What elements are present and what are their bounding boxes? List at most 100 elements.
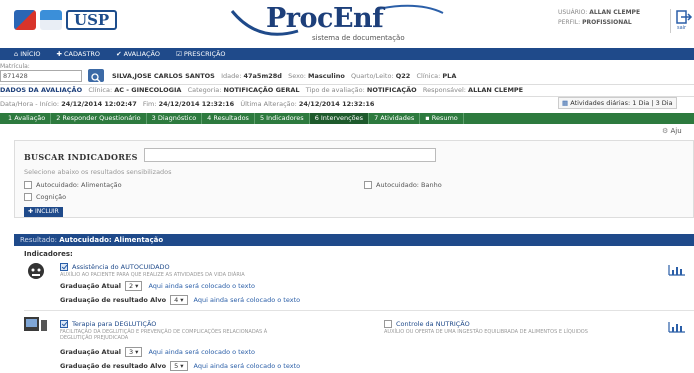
patient-name: SILVA,JOSE CARLOS SANTOS [112, 72, 215, 80]
workflow-tabs: 1 Avaliação 2 Responder Questionário 3 D… [0, 113, 694, 124]
profile-label: PERFIL: [558, 19, 581, 26]
indicator-title-text: Controle da NUTRIÇÃO [396, 320, 470, 328]
self-care-icon [28, 263, 44, 279]
graduacao-alvo-link[interactable]: Aqui ainda será colocado o texto [194, 362, 301, 370]
user-name: ALLAN CLEMPE [589, 9, 641, 16]
patient-summary: SILVA,JOSE CARLOS SANTOS Idade: 47a5m28d… [112, 72, 456, 80]
fim-value: 24/12/2014 12:32:16 [158, 100, 235, 108]
app-title: ProcEnf [266, 3, 384, 34]
option-autocuidado-banho[interactable]: Autocuidado: Banho [364, 181, 442, 189]
nav-item-prescricao[interactable]: ☑ PRESCRIÇÃO [176, 50, 226, 58]
divider [0, 84, 694, 85]
tab-indicadores[interactable]: 5 Indicadores [255, 113, 310, 124]
responsavel-label: Responsável: [422, 86, 466, 94]
tab-avaliacao[interactable]: 1 Avaliação [3, 113, 52, 124]
graduacao-alvo-select[interactable]: 4 ▾ [170, 295, 188, 305]
search-indicators-input[interactable] [144, 148, 436, 162]
graduacao-alvo-link[interactable]: Aqui ainda será colocado o texto [194, 296, 301, 304]
swallow-therapy-icon [24, 317, 47, 331]
search-patient-button[interactable] [88, 69, 104, 83]
tab-atividades[interactable]: 7 Atividades [369, 113, 421, 124]
graduacao-atual-select[interactable]: 3 ▾ [124, 347, 143, 357]
main-nav: ⌂ INÍCIO ✚ CADASTRO ✔ AVALIAÇÃO ☑ PRESCR… [0, 48, 694, 60]
categoria-label: Categoria: [187, 86, 222, 94]
extra-indicator-title[interactable]: Controle da NUTRIÇÃO [384, 320, 470, 328]
nav-item-avaliacao[interactable]: ✔ AVALIAÇÃO [116, 50, 160, 58]
option-autocuidado-alimentacao[interactable]: Autocuidado: Alimentação [24, 181, 122, 189]
option-label: Autocuidado: Banho [376, 181, 442, 189]
result-prefix: Resultado: [20, 236, 58, 244]
indicator-title[interactable]: Terapia para DEGLUTIÇÃO [60, 320, 156, 328]
tab-intervencoes[interactable]: 6 Intervenções [309, 113, 370, 124]
extra-indicator-description: AUXÍLIO OU OFERTA DE UMA INGESTÃO EQUILI… [384, 329, 588, 335]
graduacao-alvo-select[interactable]: 5 ▾ [170, 361, 188, 371]
quarto-label: Quarto/Leito: [351, 72, 394, 80]
graduacao-atual-label: Graduação Atual [60, 348, 121, 356]
categoria-value: NOTIFICAÇÃO GERAL [223, 86, 300, 94]
select-value: 2 [128, 282, 134, 290]
checkbox[interactable] [364, 181, 372, 189]
university-crest-icon [14, 10, 36, 30]
search-icon [91, 73, 101, 83]
indicator-checkbox[interactable] [384, 320, 392, 328]
indicator-description: AUXÍLIO AO PACIENTE PARA QUE REALIZE AS … [60, 272, 245, 278]
graduacao-atual-select[interactable]: 2 ▾ [124, 281, 143, 291]
incluir-label: INCLUIR [34, 208, 59, 215]
graduacao-alvo-label: Graduação de resultado Alvo [60, 362, 167, 370]
indicator-checkbox[interactable] [60, 320, 68, 328]
tab-resumo[interactable]: ▪ Resumo [420, 113, 464, 124]
nav-label: PRESCRIÇÃO [183, 50, 226, 58]
select-value: 3 [128, 348, 134, 356]
atividades-diarias-button[interactable]: ▦ Atividades diárias: 1 Dia | 3 Dia [558, 97, 677, 109]
nav-item-cadastro[interactable]: ✚ CADASTRO [56, 50, 100, 58]
procenf-logo: ProcEnf sistema de documentação [228, 3, 448, 47]
result-header: Resultado: Autocuidado: Alimentação [14, 234, 694, 246]
idade-value: 47a5m28d [243, 72, 282, 80]
plus-icon: ✚ [28, 208, 34, 215]
option-cognicao[interactable]: Cognição [24, 193, 66, 201]
nav-label: INÍCIO [20, 50, 41, 58]
evaluation-title: DADOS DA AVALIAÇÃO [0, 86, 83, 94]
graduacao-atual-link[interactable]: Aqui ainda será colocado o texto [148, 348, 255, 356]
profile-name: PROFISSIONAL [582, 19, 632, 26]
quarto-value: Q22 [395, 72, 411, 80]
chart-icon[interactable] [668, 264, 686, 276]
sexo-value: Masculino [308, 72, 345, 80]
tab-label: Resumo [431, 114, 458, 122]
indicator-description: FACILITAÇÃO DA DEGLUTIÇÃO E PREVENÇÃO DE… [60, 329, 268, 341]
exit-button[interactable]: sair [670, 9, 694, 33]
indicator-title[interactable]: Assistência do AUTOCUIDADO [60, 263, 170, 271]
matricula-field[interactable]: 871428 [0, 70, 82, 82]
divider [24, 310, 694, 311]
eval-clinica-value: AC - GINECOLOGIA [114, 86, 182, 94]
clinica-value: PLA [442, 72, 457, 80]
option-label: Cognição [36, 193, 67, 201]
chart-icon[interactable] [668, 321, 686, 333]
select-value: 4 [174, 296, 179, 304]
indicator-checkbox[interactable] [60, 263, 68, 271]
checkbox[interactable] [24, 193, 32, 201]
indicators-label: Indicadores: [24, 250, 73, 258]
checkbox[interactable] [24, 181, 32, 189]
tipo-label: Tipo de avaliação: [305, 86, 365, 94]
nav-item-inicio[interactable]: ⌂ INÍCIO [14, 50, 40, 58]
tab-questionario[interactable]: 2 Responder Questionário [51, 113, 147, 124]
help-label: Aju [670, 127, 682, 135]
clinica-label: Clínica: [416, 72, 441, 80]
incluir-button[interactable]: ✚ INCLUIR [24, 207, 63, 217]
nav-label: AVALIAÇÃO [123, 50, 160, 58]
indicator-title-text: Assistência do AUTOCUIDADO [72, 263, 170, 271]
datahora-label: Data/Hora - Início: [0, 100, 60, 108]
graduacao-atual-link[interactable]: Aqui ainda será colocado o texto [148, 282, 255, 290]
tab-diagnostico[interactable]: 3 Diagnóstico [147, 113, 203, 124]
help-button[interactable]: ⚙ Aju [662, 127, 682, 135]
eval-clinica-label: Clínica: [88, 86, 113, 94]
idade-label: Idade: [221, 72, 242, 80]
option-label: Autocuidado: Alimentação [36, 181, 122, 189]
help-icon: ⚙ [662, 127, 669, 135]
inicio-value: 24/12/2014 12:02:47 [61, 100, 137, 108]
alteracao-label: Última Alteração: [240, 100, 297, 108]
app-header: USP ProcEnf sistema de documentação USUÁ… [0, 0, 694, 48]
user-label: USUÁRIO: [558, 9, 588, 16]
tab-resultados[interactable]: 4 Resultados [202, 113, 255, 124]
